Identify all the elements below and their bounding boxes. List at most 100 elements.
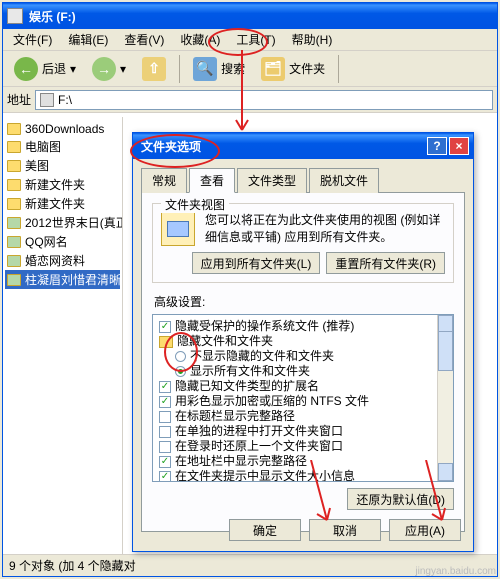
folder-icon [7,160,21,172]
folder-icon [7,179,21,191]
forward-icon: → [92,57,116,81]
checkbox-icon[interactable] [159,441,171,453]
file-icon [7,236,21,248]
folder-icon [7,141,21,153]
tab-offline[interactable]: 脱机文件 [309,168,379,193]
status-text: 9 个对象 (加 4 个隐藏对 [9,557,136,574]
back-button[interactable]: ← 后退 ▾ [7,54,83,84]
restore-defaults-button[interactable]: 还原为默认值(D) [347,488,454,510]
advanced-label: 高级设置: [154,293,454,310]
menubar: 文件(F) 编辑(E) 查看(V) 收藏(A) 工具(T) 帮助(H) [3,29,497,51]
folder-view-icon [161,212,195,246]
ok-button[interactable]: 确定 [229,519,301,541]
drive-icon [7,8,23,24]
tree-item[interactable]: ✓隐藏受保护的操作系统文件 (推荐) [155,319,451,334]
folder-item[interactable]: QQ网名 [5,232,120,251]
dialog-button-row: 确定 取消 应用(A) [229,519,461,541]
tab-general[interactable]: 常规 [141,168,187,193]
radio-icon[interactable] [175,351,186,362]
chevron-down-icon: ▾ [120,62,126,76]
folder-item[interactable]: 2012世界末日(真正720 [5,213,120,232]
folder-item[interactable]: 美图 [5,156,120,175]
addressbar: 地址 F:\ [3,87,497,113]
checkbox-icon[interactable]: ✓ [159,396,171,408]
search-label: 搜索 [221,60,245,77]
folder-item[interactable]: 新建文件夹 [5,175,120,194]
search-icon: 🔍 [193,57,217,81]
toolbar: ← 后退 ▾ → ▾ ⇧ 🔍 搜索 🗂 文件夹 [3,51,497,87]
group-description: 您可以将正在为此文件夹使用的视图 (例如详细信息或平铺) 应用到所有文件夹。 [205,212,445,246]
checkbox-icon[interactable]: ✓ [159,456,171,468]
file-icon [7,274,21,286]
checkbox-icon[interactable]: ✓ [159,381,171,393]
folders-button[interactable]: 🗂 文件夹 [254,54,332,84]
tab-strip: 常规 查看 文件类型 脱机文件 [141,168,465,193]
tree-item[interactable]: 隐藏文件和文件夹 [155,334,451,349]
checkbox-icon[interactable]: ✓ [159,471,171,483]
watermark: jingyan.baidu.com [415,566,496,577]
apply-button[interactable]: 应用(A) [389,519,461,541]
up-button[interactable]: ⇧ [135,54,173,84]
back-label: 后退 [42,60,66,77]
cancel-button[interactable]: 取消 [309,519,381,541]
forward-button[interactable]: → ▾ [85,54,133,84]
advanced-settings-tree[interactable]: ✓隐藏受保护的操作系统文件 (推荐) 隐藏文件和文件夹 不显示隐藏的文件和文件夹… [152,314,454,482]
folder-views-group: 文件夹视图 您可以将正在为此文件夹使用的视图 (例如详细信息或平铺) 应用到所有… [152,203,454,283]
folder-tree[interactable]: 360Downloads 电脑图 美图 新建文件夹 新建文件夹 2012世界末日… [3,117,123,554]
reset-all-folders-button[interactable]: 重置所有文件夹(R) [326,252,445,274]
tree-item[interactable]: 显示所有文件和文件夹 [155,364,451,379]
folders-label: 文件夹 [289,60,325,77]
folder-icon [7,198,21,210]
radio-icon[interactable] [175,366,186,377]
tree-item[interactable]: 在标题栏显示完整路径 [155,409,451,424]
tree-item[interactable]: ✓在地址栏中显示完整路径 [155,454,451,469]
chevron-down-icon: ▾ [70,62,76,76]
checkbox-icon[interactable] [159,411,171,423]
tree-item[interactable]: ✓在文件夹提示中显示文件大小信息 [155,469,451,482]
scrollbar-thumb[interactable] [438,331,453,371]
address-path: F:\ [58,93,72,107]
scrollbar[interactable] [437,315,453,481]
tree-item[interactable]: 在单独的进程中打开文件夹窗口 [155,424,451,439]
close-button[interactable]: × [449,137,469,155]
tree-item[interactable]: 在登录时还原上一个文件夹窗口 [155,439,451,454]
folder-item[interactable]: 电脑图 [5,137,120,156]
menu-file[interactable]: 文件(F) [5,29,60,50]
tree-item[interactable]: 不显示隐藏的文件和文件夹 [155,349,451,364]
checkbox-icon[interactable]: ✓ [159,321,171,333]
folder-options-dialog: 文件夹选项 ? × 常规 查看 文件类型 脱机文件 文件夹视图 您可以将正在为此… [132,132,474,552]
folder-icon [159,336,173,348]
folder-item[interactable]: 新建文件夹 [5,194,120,213]
tab-panel-view: 文件夹视图 您可以将正在为此文件夹使用的视图 (例如详细信息或平铺) 应用到所有… [141,192,465,532]
folder-icon [7,123,21,135]
folder-item[interactable]: 柱凝眉刘惜君清晰版 [5,270,120,289]
address-input[interactable]: F:\ [35,90,493,110]
menu-edit[interactable]: 编辑(E) [60,29,116,50]
tab-filetypes[interactable]: 文件类型 [237,168,307,193]
dialog-title: 文件夹选项 [137,138,201,155]
tab-view[interactable]: 查看 [189,168,235,193]
folders-icon: 🗂 [261,57,285,81]
tree-item[interactable]: ✓用彩色显示加密或压缩的 NTFS 文件 [155,394,451,409]
help-button[interactable]: ? [427,137,447,155]
video-icon [7,217,21,229]
window-title: 娱乐 (F:) [29,8,76,25]
tree-item[interactable]: ✓隐藏已知文件类型的扩展名 [155,379,451,394]
folder-item[interactable]: 婚恋网资料 [5,251,120,270]
toolbar-separator [179,55,180,83]
window-titlebar: 娱乐 (F:) [3,3,497,29]
back-icon: ← [14,57,38,81]
folder-item[interactable]: 360Downloads [5,121,120,137]
toolbar-separator [338,55,339,83]
checkbox-icon[interactable] [159,426,171,438]
dialog-titlebar: 文件夹选项 ? × [133,133,473,159]
menu-tools[interactable]: 工具(T) [228,29,283,50]
apply-all-folders-button[interactable]: 应用到所有文件夹(L) [192,252,321,274]
menu-help[interactable]: 帮助(H) [284,29,341,50]
search-button[interactable]: 🔍 搜索 [186,54,252,84]
drive-icon [40,93,54,107]
menu-view[interactable]: 查看(V) [116,29,172,50]
address-label: 地址 [7,91,31,108]
file-icon [7,255,21,267]
menu-favorites[interactable]: 收藏(A) [172,29,228,50]
